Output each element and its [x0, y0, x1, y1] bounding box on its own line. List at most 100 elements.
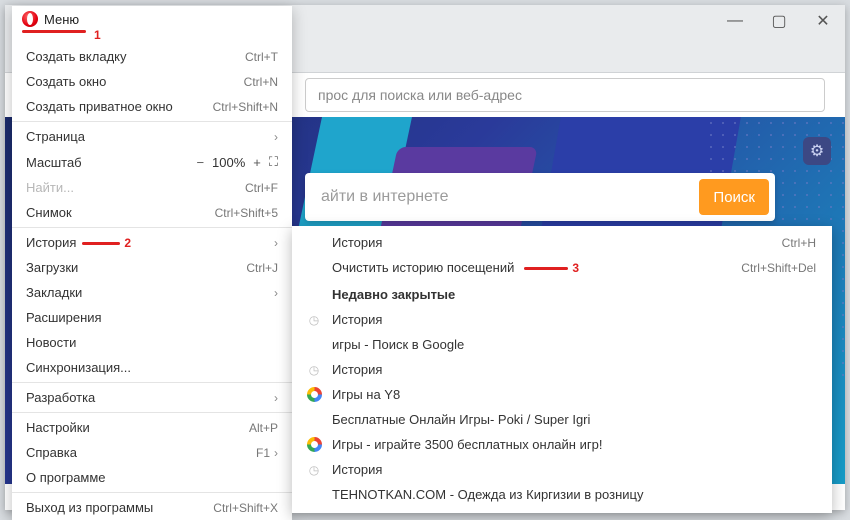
menu-item[interactable]: Синхронизация... [12, 355, 292, 380]
blank-icon [306, 412, 322, 428]
menu-item-label: О программе [26, 470, 278, 485]
menu-item-label: Закладки [26, 285, 270, 300]
menu-item-label: Создать вкладку [26, 49, 245, 64]
chevron-right-icon: › [274, 286, 278, 300]
recent-item-label: игры - Поиск в Google [332, 337, 816, 352]
menu-shortcut: Ctrl+Shift+N [213, 100, 278, 114]
annotation-underline [524, 267, 568, 270]
menu-shortcut: Ctrl+Shift+Del [741, 261, 816, 275]
menu-item[interactable]: Создать окноCtrl+N [12, 69, 292, 94]
menu-item[interactable]: История2 › [12, 227, 292, 255]
recent-item-label: История [332, 312, 816, 327]
recent-item[interactable]: Игры на Y8 [292, 382, 832, 407]
window-maximize-button[interactable]: ▢ [757, 5, 801, 37]
menu-item-label: Найти... [26, 180, 245, 195]
google-icon [306, 387, 322, 403]
recent-item-label: TEHNOTKAN.COM - Одежда из Киргизии в роз… [332, 487, 816, 502]
menu-item-label: Снимок [26, 205, 215, 220]
menu-shortcut: Ctrl+F [245, 181, 278, 195]
clock-icon: ◷ [306, 312, 322, 328]
page-search-button[interactable]: Поиск [699, 179, 769, 215]
menu-shortcut: Ctrl+H [782, 236, 816, 250]
page-settings-button[interactable]: ⚙ [803, 137, 831, 165]
menu-item[interactable]: Закладки › [12, 280, 292, 305]
opera-icon [22, 11, 38, 27]
menu-title: Меню [44, 12, 79, 27]
recent-item[interactable]: Бесплатные Онлайн Игры- Poki / Super Igr… [292, 407, 832, 432]
annotation-underline [82, 242, 120, 245]
menu-item[interactable]: Новости [12, 330, 292, 355]
chevron-right-icon: › [274, 391, 278, 405]
blank-icon [306, 487, 322, 503]
chevron-right-icon: › [274, 130, 278, 144]
menu-item-label: Настройки [26, 420, 249, 435]
menu-item-label: История2 [26, 235, 270, 250]
menu-item[interactable]: Создать вкладкуCtrl+T [12, 44, 292, 69]
menu-item-label: Новости [26, 335, 278, 350]
recent-item[interactable]: ◷ История [292, 307, 832, 332]
submenu-item[interactable]: Очистить историю посещений3Ctrl+Shift+De… [292, 255, 832, 280]
zoom-value: 100% [212, 155, 245, 170]
recent-item-label: Игры - играйте 3500 бесплатных онлайн иг… [332, 437, 816, 452]
chevron-right-icon: › [274, 446, 278, 460]
menu-item[interactable]: Расширения [12, 305, 292, 330]
main-menu: Меню 1 Создать вкладкуCtrl+TСоздать окно… [12, 6, 292, 520]
menu-item[interactable]: СправкаF1 › [12, 440, 292, 465]
menu-shortcut: Ctrl+Shift+5 [215, 206, 278, 220]
menu-shortcut: Ctrl+J [246, 261, 278, 275]
menu-shortcut: F1 [256, 446, 270, 460]
recent-item[interactable]: Игры - играйте 3500 бесплатных онлайн иг… [292, 432, 832, 457]
menu-item-label: Расширения [26, 310, 278, 325]
recently-closed-header: Недавно закрытые [292, 280, 832, 307]
menu-item-label: Синхронизация... [26, 360, 278, 375]
menu-item[interactable]: О программе [12, 465, 292, 490]
menu-item-label: Загрузки [26, 260, 246, 275]
annotation-number-2: 2 [124, 236, 131, 250]
menu-item[interactable]: Создать приватное окноCtrl+Shift+N [12, 94, 292, 119]
blank-icon [306, 337, 322, 353]
chevron-right-icon: › [274, 236, 278, 250]
zoom-in-button[interactable]: + [253, 155, 261, 170]
fullscreen-icon[interactable]: ⛶ [269, 154, 278, 170]
menu-item[interactable]: Разработка › [12, 382, 292, 410]
window-close-button[interactable]: ✕ [801, 5, 845, 37]
recent-item[interactable]: TEHNOTKAN.COM - Одежда из Киргизии в роз… [292, 482, 832, 507]
window-minimize-button[interactable]: — [713, 5, 757, 37]
menu-item[interactable]: СнимокCtrl+Shift+5 [12, 200, 292, 225]
recent-item-label: История [332, 362, 816, 377]
recent-item[interactable]: ◷ История [292, 457, 832, 482]
menu-item[interactable]: Найти...Ctrl+F [12, 175, 292, 200]
menu-shortcut: Ctrl+T [245, 50, 278, 64]
recent-item-label: История [332, 462, 816, 477]
clock-icon: ◷ [306, 362, 322, 378]
recent-item[interactable]: игры - Поиск в Google [292, 332, 832, 357]
page-search-input[interactable]: айти в интернете [321, 188, 699, 206]
menu-item-label: Разработка [26, 390, 270, 405]
recent-item-label: Бесплатные Онлайн Игры- Poki / Super Igr… [332, 412, 816, 427]
menu-item-label: Масштаб [26, 155, 196, 170]
address-input[interactable]: прос для поиска или веб-адрес [305, 78, 825, 112]
menu-item[interactable]: Страница› [12, 121, 292, 149]
menu-item-label: Справка [26, 445, 256, 460]
menu-item[interactable]: Выход из программыCtrl+Shift+X [12, 492, 292, 520]
submenu-item[interactable]: ИсторияCtrl+H [292, 230, 832, 255]
menu-item[interactable]: НастройкиAlt+P [12, 412, 292, 440]
menu-item-label: Создать приватное окно [26, 99, 213, 114]
menu-item[interactable]: ЗагрузкиCtrl+J [12, 255, 292, 280]
recent-item-label: Игры на Y8 [332, 387, 816, 402]
submenu-item-label: История [332, 235, 782, 250]
annotation-number-3: 3 [572, 261, 579, 275]
menu-item[interactable]: Масштаб−100% + ⛶ [12, 149, 292, 175]
address-placeholder: прос для поиска или веб-адрес [318, 87, 522, 103]
zoom-controls: −100% + ⛶ [196, 154, 278, 170]
history-submenu: ИсторияCtrl+HОчистить историю посещений3… [292, 226, 832, 513]
page-search-bar: айти в интернете Поиск [305, 173, 775, 221]
zoom-out-button[interactable]: − [196, 155, 204, 170]
annotation-number-1: 1 [94, 28, 101, 42]
menu-item-label: Создать окно [26, 74, 244, 89]
gear-icon: ⚙ [810, 141, 824, 161]
recent-item[interactable]: ◷ История [292, 357, 832, 382]
menu-shortcut: Alt+P [249, 421, 278, 435]
menu-shortcut: Ctrl+Shift+X [213, 501, 278, 515]
clock-icon: ◷ [306, 462, 322, 478]
